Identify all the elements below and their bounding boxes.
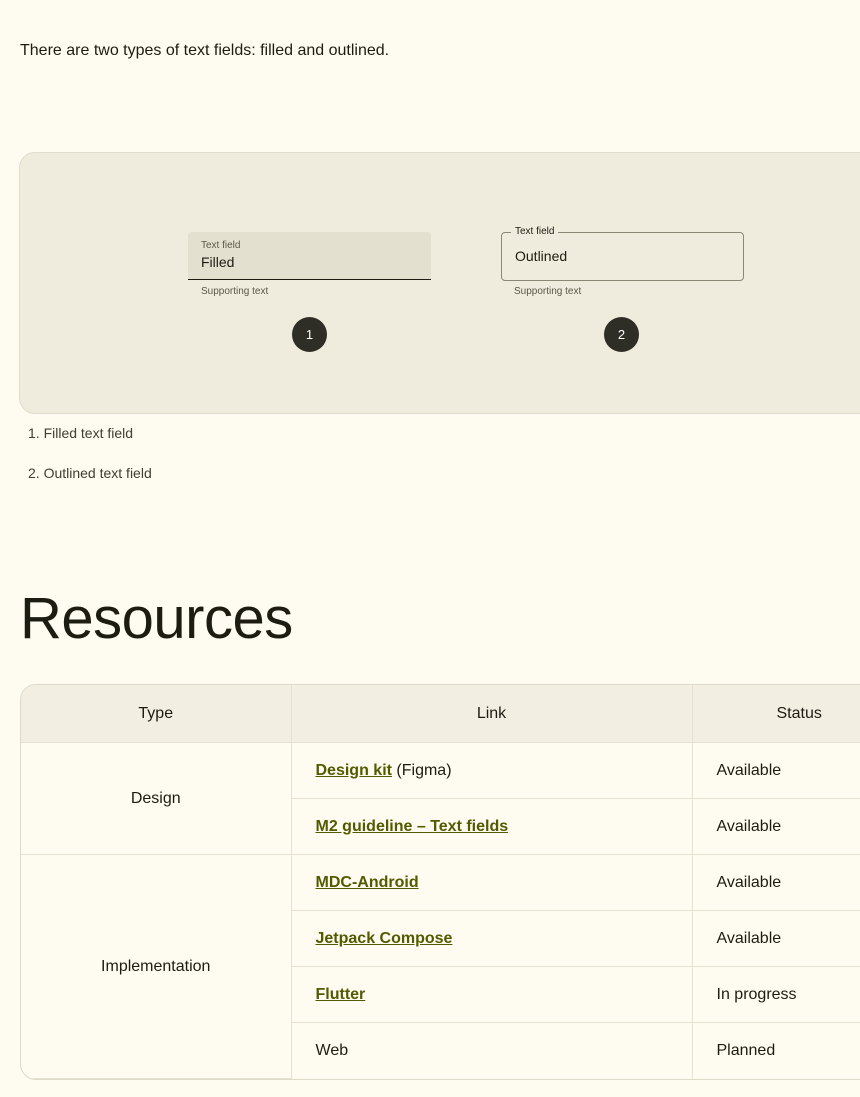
caption-outlined: 2. Outlined text field — [28, 465, 152, 481]
table-row: Design Design kit (Figma) Available — [21, 742, 860, 855]
status-cell: Available — [692, 742, 860, 799]
table-header-row: Type Link Status — [21, 685, 860, 743]
header-type: Type — [21, 685, 292, 743]
status-cell: Available — [692, 910, 860, 967]
type-cell-implementation: Implementation — [21, 854, 292, 1079]
link-cell-web: Web — [291, 1022, 693, 1079]
link-cell: Flutter — [291, 966, 693, 1023]
flutter-link[interactable]: Flutter — [316, 986, 366, 1003]
link-cell: MDC-Android — [291, 854, 693, 911]
outlined-field-label: Text field — [511, 226, 559, 238]
filled-field-label: Text field — [201, 240, 241, 251]
table-row: Implementation MDC-Android Available — [21, 854, 860, 1079]
filled-text-field[interactable]: Text field Filled — [188, 232, 431, 280]
resources-table: Type Link Status Design Design kit (Figm… — [20, 684, 860, 1080]
text-field-demo-panel: Text field Filled Supporting text 1 Text… — [19, 152, 860, 414]
filled-field-value: Filled — [201, 254, 235, 270]
status-cell: In progress — [692, 966, 860, 1023]
mdc-android-link[interactable]: MDC-Android — [316, 874, 419, 891]
outlined-text-field[interactable]: Text field Outlined — [501, 226, 744, 281]
outlined-field-value: Outlined — [515, 248, 568, 264]
header-link: Link — [291, 685, 693, 743]
resources-heading: Resources — [20, 586, 293, 651]
type-cell-design: Design — [21, 742, 292, 855]
status-cell: Available — [692, 798, 860, 855]
link-cell: Design kit (Figma) — [291, 742, 693, 799]
m2-guideline-link[interactable]: M2 guideline – Text fields — [316, 818, 509, 835]
link-cell: Jetpack Compose — [291, 910, 693, 967]
badge-1: 1 — [292, 317, 327, 352]
link-cell: M2 guideline – Text fields — [291, 798, 693, 855]
caption-filled: 1. Filled text field — [28, 425, 134, 441]
status-cell: Planned — [692, 1022, 860, 1079]
outlined-supporting-text: Supporting text — [514, 286, 582, 297]
jetpack-compose-link[interactable]: Jetpack Compose — [316, 930, 453, 947]
badge-2: 2 — [604, 317, 639, 352]
filled-supporting-text: Supporting text — [201, 286, 269, 297]
link-note: (Figma) — [391, 761, 452, 779]
design-kit-link[interactable]: Design kit — [316, 762, 392, 779]
status-cell: Available — [692, 854, 860, 911]
intro-text: There are two types of text fields: fill… — [20, 42, 390, 59]
header-status: Status — [692, 685, 860, 743]
page: There are two types of text fields: fill… — [0, 0, 860, 1097]
